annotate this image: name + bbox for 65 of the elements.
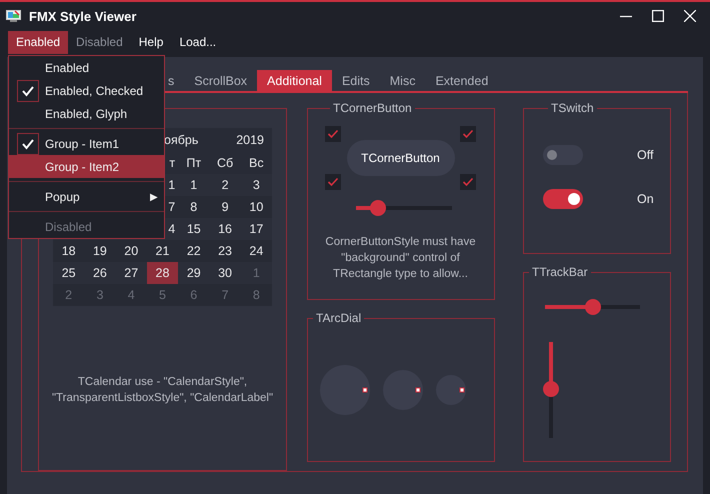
calendar-day[interactable]: 9 [209, 196, 241, 218]
slider-thumb[interactable] [370, 200, 386, 216]
trackbar-thumb[interactable] [584, 299, 600, 315]
corner-button[interactable]: TCornerButton [346, 140, 454, 176]
calendar-day[interactable]: 25 [53, 262, 84, 284]
calendar-day[interactable]: 28 [146, 262, 178, 284]
calendar-day[interactable]: 8 [178, 196, 210, 218]
group-title: TSwitch [550, 101, 595, 115]
menu-item[interactable]: Group - Item1 [9, 132, 164, 155]
menu-item[interactable]: Group - Item2 [9, 155, 164, 178]
checkbox[interactable] [325, 126, 341, 142]
maximize-icon[interactable] [652, 10, 664, 22]
calendar-caption: TCalendar use - "CalendarStyle", "TransparentListboxStyle", "CalendarLabel" [50, 375, 274, 406]
switch-label: Off [637, 148, 654, 162]
arc-dial[interactable] [436, 375, 466, 405]
weekday-label: т [168, 155, 176, 172]
close-icon[interactable] [684, 10, 696, 22]
menu-item[interactable]: Enabled, Glyph [9, 102, 164, 125]
calendar-day[interactable]: 23 [209, 240, 241, 262]
calendar-day[interactable]: 15 [178, 218, 210, 240]
window-title: FMX Style Viewer [29, 8, 136, 24]
tab[interactable]: Extended [425, 70, 498, 91]
tab[interactable]: Edits [332, 70, 380, 91]
calendar-day[interactable]: 19 [84, 240, 116, 262]
checkbox[interactable] [325, 174, 341, 190]
group-title: TCornerButton [332, 101, 413, 115]
menu-item[interactable]: Help [130, 31, 172, 54]
calendar-day[interactable]: 3 [240, 174, 272, 196]
weekday-label: Вс [248, 155, 265, 172]
calendar-day[interactable]: 22 [178, 240, 210, 262]
tab[interactable]: Additional [257, 70, 332, 91]
calendar-day[interactable]: 24 [240, 240, 272, 262]
calendar-day[interactable]: 16 [209, 218, 241, 240]
menu-item[interactable]: Load... [171, 31, 224, 54]
year-label[interactable]: 2019 [236, 133, 264, 147]
group-title: TTrackBar [531, 265, 589, 279]
menu-item[interactable]: Popup ▶ [9, 185, 164, 208]
calendar-day[interactable]: 10 [240, 196, 272, 218]
calendar-day[interactable]: 2 [209, 174, 241, 196]
weekday-label: Сб [216, 155, 234, 172]
calendar-day[interactable]: 18 [53, 240, 84, 262]
toggle-switch[interactable] [543, 189, 583, 209]
calendar-day[interactable]: 21 [146, 240, 178, 262]
trackbar-thumb[interactable] [543, 381, 559, 398]
calendar-day[interactable]: 30 [209, 262, 241, 284]
monitor-icon [6, 10, 21, 22]
switch-label: On [637, 192, 654, 206]
weekday-label: Пт [185, 155, 202, 172]
group-title: TArcDial [315, 311, 362, 325]
menu-item[interactable]: Enabled, Checked [9, 79, 164, 102]
calendar-day[interactable]: 29 [178, 262, 210, 284]
checkbox[interactable] [460, 174, 476, 190]
toggle-switch[interactable] [543, 145, 583, 165]
menu-item[interactable]: Enabled [8, 31, 68, 54]
calendar-day[interactable]: 20 [116, 240, 147, 262]
menu-item[interactable]: Enabled [9, 56, 164, 79]
calendar-day[interactable]: 1 [178, 174, 210, 196]
month-label[interactable]: оябрь [164, 133, 198, 147]
note-text: CornerButtonStyle must have "background" control of TRectangle type to allow... [324, 235, 477, 282]
checkbox[interactable] [460, 126, 476, 142]
calendar-day[interactable]: 17 [240, 218, 272, 240]
calendar-day[interactable]: 27 [116, 262, 147, 284]
calendar-day[interactable]: 26 [84, 262, 116, 284]
tab[interactable]: ScrollBox [184, 70, 258, 91]
tab[interactable]: Misc [380, 70, 426, 91]
